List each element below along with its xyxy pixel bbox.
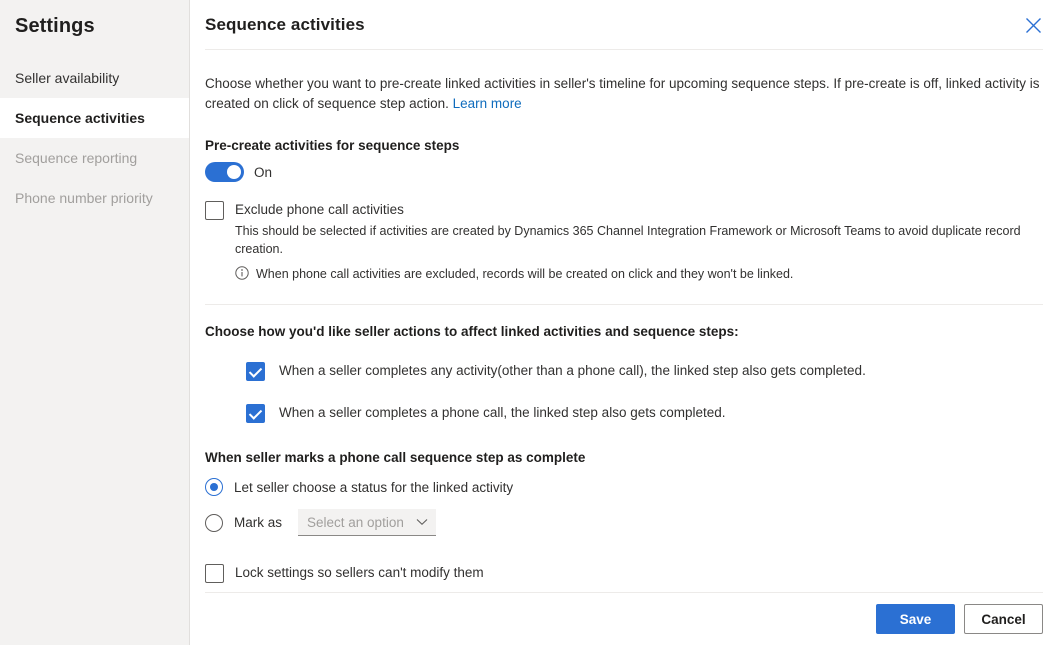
sidebar-item-label: Seller availability [15,70,120,86]
seller-action-option-1-checkbox[interactable] [246,362,265,381]
sidebar-item-sequence-reporting[interactable]: Sequence reporting [0,138,189,178]
lock-settings-row[interactable]: Lock settings so sellers can't modify th… [205,563,1043,583]
info-icon [235,266,249,285]
exclude-phone-call-row[interactable]: Exclude phone call activities [205,200,1043,220]
mark-as-status-dropdown[interactable]: Select an option [298,509,436,536]
sidebar-item-label: Phone number priority [15,190,153,206]
main-panel: Sequence activities Choose whether you w… [190,0,1056,645]
settings-dialog: Settings Seller availability Sequence ac… [0,0,1056,645]
seller-action-option-2-checkbox[interactable] [246,404,265,423]
precreate-toggle-state: On [254,164,273,180]
sidebar-item-label: Sequence reporting [15,150,138,166]
seller-action-option-2-row[interactable]: When a seller completes a phone call, th… [246,403,1043,423]
exclude-phone-call-block: Exclude phone call activities This shoul… [205,200,1043,285]
phone-complete-heading: When seller marks a phone call sequence … [205,450,586,465]
precreate-toggle-row: On [205,162,1043,182]
toggle-knob [227,165,241,179]
footer-actions: Save Cancel [876,604,1043,634]
exclude-info-text: When phone call activities are excluded,… [256,267,794,281]
sidebar-item-phone-number-priority[interactable]: Phone number priority [0,178,189,218]
sidebar-title: Settings [15,15,95,37]
sidebar-nav: Seller availability Sequence activities … [0,58,189,218]
seller-action-option-1-row[interactable]: When a seller completes any activity(oth… [246,361,1043,381]
radio-mark-as-label: Mark as [234,515,283,530]
sidebar-item-label: Sequence activities [15,110,145,126]
exclude-phone-call-checkbox[interactable] [205,201,224,220]
mark-as-status-value: Select an option [307,514,404,530]
precreate-label: Pre-create activities for sequence steps [205,138,460,153]
seller-actions-heading: Choose how you'd like seller actions to … [205,324,739,339]
learn-more-link[interactable]: Learn more [453,96,522,111]
seller-action-option-2-label: When a seller completes a phone call, th… [279,405,726,420]
close-icon[interactable] [1019,11,1047,39]
sidebar: Settings Seller availability Sequence ac… [0,0,190,645]
sidebar-item-seller-availability[interactable]: Seller availability [0,58,189,98]
precreate-toggle[interactable] [205,162,244,182]
intro-paragraph: Choose whether you want to pre-create li… [205,74,1043,114]
radio-let-seller-choose-label: Let seller choose a status for the linke… [234,479,514,495]
section-divider [205,304,1043,305]
radio-let-seller-choose-row[interactable]: Let seller choose a status for the linke… [205,478,1043,496]
radio-mark-as[interactable] [205,513,223,532]
intro-text: Choose whether you want to pre-create li… [205,76,1040,111]
radio-mark-as-row[interactable]: Mark as Select an option [205,509,1043,536]
page-title: Sequence activities [205,14,365,34]
panel-header: Sequence activities [190,0,1056,49]
save-button[interactable]: Save [876,604,955,634]
lock-settings-checkbox[interactable] [205,564,224,583]
seller-action-option-1-label: When a seller completes any activity(oth… [279,363,866,378]
cancel-button[interactable]: Cancel [964,604,1043,634]
exclude-phone-call-description: This should be selected if activities ar… [235,224,1021,256]
sidebar-item-sequence-activities[interactable]: Sequence activities [0,98,189,138]
chevron-down-icon [416,513,428,531]
panel-content: Choose whether you want to pre-create li… [190,50,1056,583]
footer-divider [205,592,1043,593]
radio-let-seller-choose[interactable] [205,478,223,496]
exclude-info-note: When phone call activities are excluded,… [235,265,1043,285]
lock-settings-label: Lock settings so sellers can't modify th… [235,565,484,580]
exclude-phone-call-label: Exclude phone call activities [235,202,404,217]
